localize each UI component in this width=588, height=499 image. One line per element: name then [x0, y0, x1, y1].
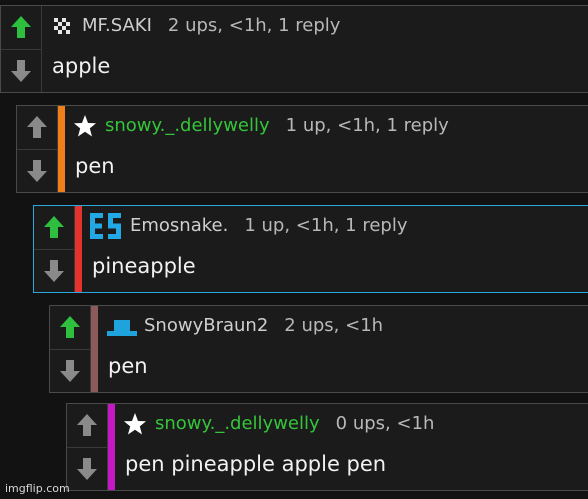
- watermark: imgflip.com: [5, 482, 70, 495]
- vote-column: [34, 206, 75, 292]
- cyan-hat-avatar-icon[interactable]: [106, 314, 138, 338]
- thread-stripe: [108, 404, 115, 490]
- comment-text: pineapple: [92, 254, 196, 278]
- comment-body: SnowyBraun2 2 ups, <1h pen: [98, 306, 588, 392]
- comment-text: pen: [108, 354, 148, 378]
- arrow-up-icon: [27, 116, 47, 139]
- upvote-button[interactable]: [1, 6, 41, 49]
- comment-3: Emosnake. 1 up, <1h, 1 reply pineapple: [33, 205, 588, 293]
- checker-avatar-icon[interactable]: [50, 14, 74, 38]
- downvote-button[interactable]: [1, 48, 41, 93]
- downvote-button[interactable]: [34, 248, 74, 293]
- comment-meta: Emosnake. 1 up, <1h, 1 reply: [90, 213, 408, 239]
- comment-body: Emosnake. 1 up, <1h, 1 reply pineapple: [82, 206, 588, 292]
- arrow-down-icon: [44, 259, 64, 282]
- arrow-up-icon: [77, 414, 97, 437]
- upvote-button[interactable]: [17, 106, 57, 149]
- upvote-button[interactable]: [67, 404, 107, 447]
- comment-meta: snowy._.dellywelly 1 up, <1h, 1 reply: [73, 113, 449, 139]
- upvote-button[interactable]: [50, 306, 90, 349]
- comment-thread: MF.SAKI 2 ups, <1h, 1 reply apple snowy.…: [0, 0, 588, 499]
- thread-stripe: [75, 206, 82, 292]
- downvote-button[interactable]: [50, 348, 90, 393]
- comment-stats: 2 ups, <1h: [284, 315, 384, 336]
- username[interactable]: MF.SAKI: [82, 13, 152, 39]
- comment-meta: snowy._.dellywelly 0 ups, <1h: [123, 411, 434, 437]
- comment-meta: SnowyBraun2 2 ups, <1h: [106, 313, 383, 339]
- username[interactable]: Emosnake.: [130, 213, 228, 239]
- arrow-down-icon: [60, 359, 80, 382]
- arrow-down-icon: [77, 457, 97, 480]
- arrow-down-icon: [27, 159, 47, 182]
- thread-stripe: [58, 106, 65, 192]
- star-avatar-icon[interactable]: [73, 114, 97, 138]
- comment-4: SnowyBraun2 2 ups, <1h pen: [49, 305, 588, 393]
- comment-body: snowy._.dellywelly 0 ups, <1h pen pineap…: [115, 404, 588, 490]
- comment-text: apple: [52, 54, 111, 78]
- comment-stats: 1 up, <1h, 1 reply: [285, 115, 449, 136]
- vote-column: [67, 404, 108, 490]
- comment-stats: 1 up, <1h, 1 reply: [244, 215, 408, 236]
- es-logo-avatar-icon[interactable]: [90, 213, 124, 239]
- username[interactable]: SnowyBraun2: [144, 313, 268, 339]
- star-avatar-icon[interactable]: [123, 412, 147, 436]
- comment-stats: 2 ups, <1h, 1 reply: [167, 15, 341, 36]
- comment-body: MF.SAKI 2 ups, <1h, 1 reply apple: [42, 6, 588, 92]
- arrow-down-icon: [11, 59, 31, 82]
- vote-column: [1, 6, 42, 92]
- comment-2: snowy._.dellywelly 1 up, <1h, 1 reply pe…: [16, 105, 588, 193]
- arrow-up-icon: [44, 216, 64, 239]
- comment-5: snowy._.dellywelly 0 ups, <1h pen pineap…: [66, 403, 588, 491]
- arrow-up-icon: [60, 316, 80, 339]
- upvote-button[interactable]: [34, 206, 74, 249]
- comment-text: pen pineapple apple pen: [125, 452, 387, 476]
- vote-column: [17, 106, 58, 192]
- comment-1: MF.SAKI 2 ups, <1h, 1 reply apple: [0, 5, 588, 93]
- thread-stripe: [91, 306, 98, 392]
- comment-text: pen: [75, 154, 115, 178]
- comment-stats: 0 ups, <1h: [335, 413, 435, 434]
- downvote-button[interactable]: [67, 446, 107, 491]
- comment-meta: MF.SAKI 2 ups, <1h, 1 reply: [50, 13, 340, 39]
- username[interactable]: snowy._.dellywelly: [155, 411, 320, 437]
- comment-body: snowy._.dellywelly 1 up, <1h, 1 reply pe…: [65, 106, 588, 192]
- vote-column: [50, 306, 91, 392]
- arrow-up-icon: [11, 16, 31, 39]
- username[interactable]: snowy._.dellywelly: [105, 113, 270, 139]
- downvote-button[interactable]: [17, 148, 57, 193]
